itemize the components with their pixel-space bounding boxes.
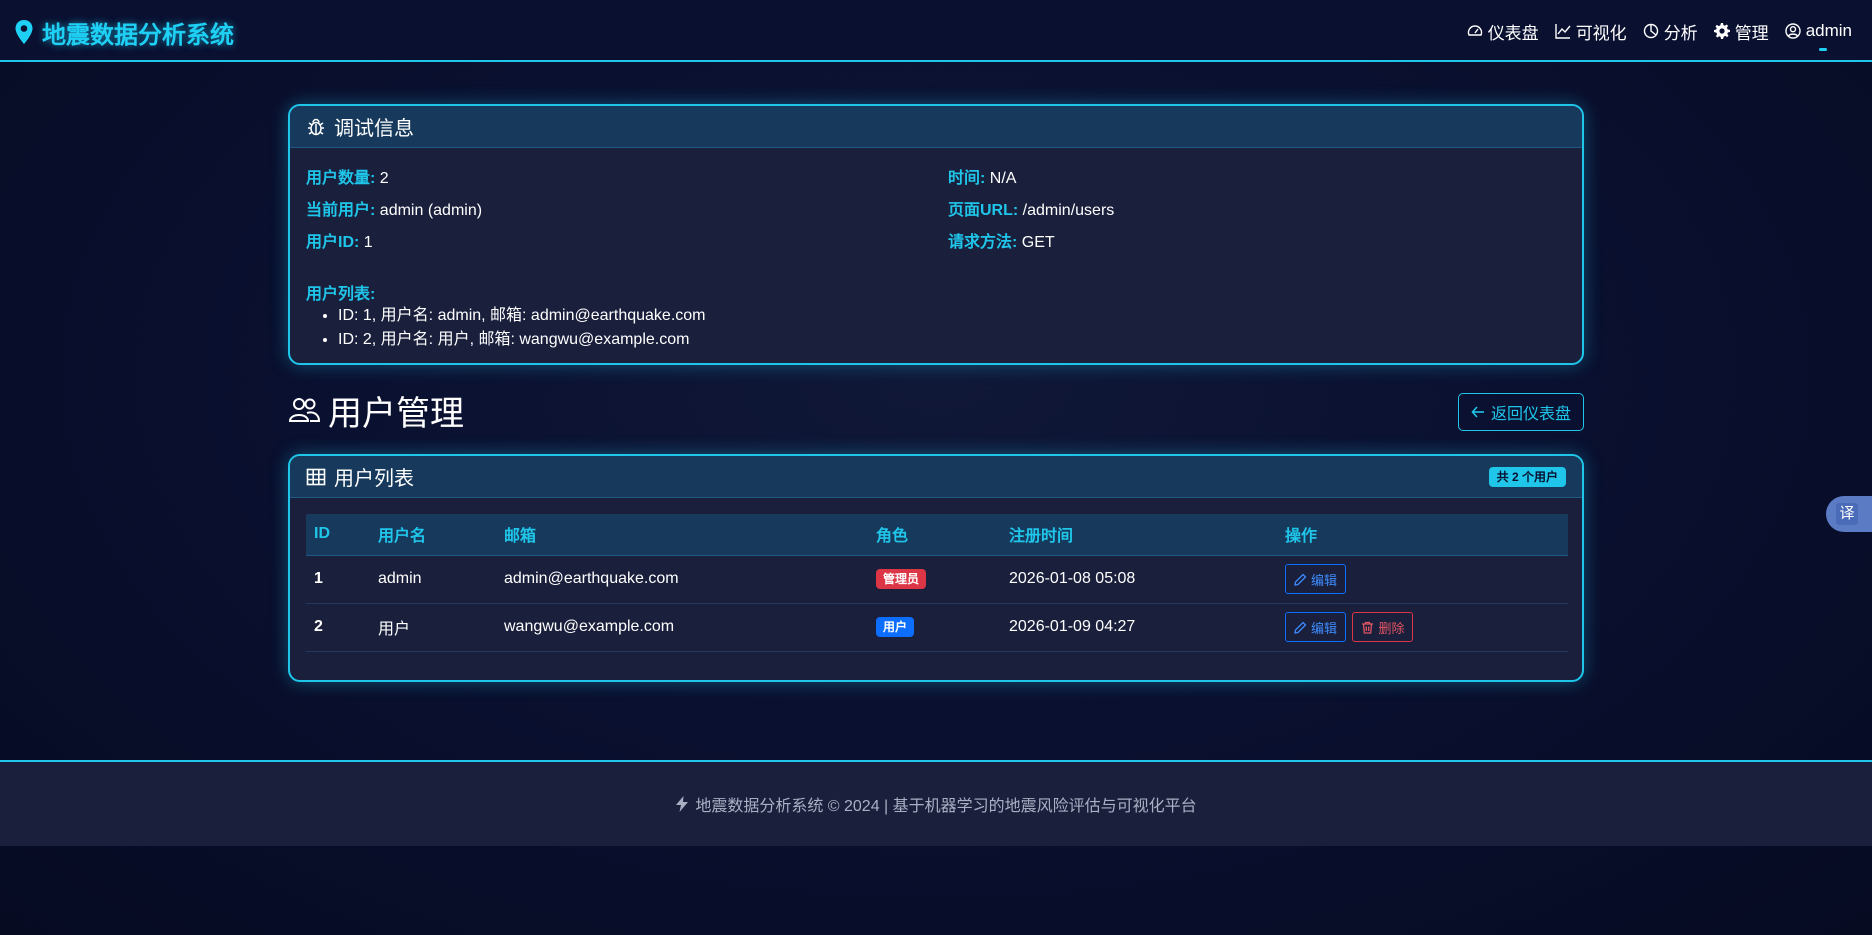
- column-header-id: ID: [306, 514, 370, 556]
- nav-item-visualization-label: 可视化: [1575, 23, 1627, 43]
- delete-user-button[interactable]: 删除: [1352, 612, 1414, 642]
- nav-item-analysis-label: 分析: [1663, 23, 1698, 43]
- cell-email: admin@earthquake.com: [496, 555, 868, 604]
- debug-current-user: 当前用户: admin (admin): [306, 196, 482, 220]
- cell-actions: 编辑: [1277, 555, 1568, 604]
- cell-registered: 2026-01-08 05:08: [1001, 555, 1277, 604]
- debug-user-count-value: 2: [379, 170, 389, 187]
- map-pin-icon: [15, 20, 33, 44]
- debug-card-header: 调试信息: [290, 106, 1582, 148]
- edit-user-button[interactable]: 编辑: [1285, 564, 1347, 594]
- page-title-text: 用户管理: [328, 394, 464, 433]
- nav-item-dashboard[interactable]: 仪表盘: [1467, 19, 1539, 44]
- gear-icon: [1713, 23, 1730, 39]
- translate-label: 译: [1836, 503, 1858, 525]
- column-header-registered: 注册时间: [1001, 514, 1277, 556]
- table-header-row: ID 用户名 邮箱 角色 注册时间 操作: [306, 514, 1568, 556]
- debug-user-id-key: 用户ID:: [306, 234, 360, 251]
- users-card-header: 用户列表 共 2 个用户: [290, 456, 1582, 498]
- table-icon: [306, 468, 326, 485]
- debug-user-id-value: 1: [363, 234, 373, 251]
- nav-item-user-label: admin: [1805, 21, 1852, 40]
- cell-id: 1: [306, 555, 370, 604]
- pencil-icon: [1294, 621, 1307, 634]
- pencil-icon: [1294, 573, 1307, 586]
- user-count-badge: 共 2 个用户: [1488, 467, 1566, 487]
- debug-time-key: 时间:: [948, 170, 986, 187]
- cell-role: 用户: [868, 603, 1001, 652]
- column-header-role: 角色: [868, 514, 1001, 556]
- cell-role: 管理员: [868, 555, 1001, 604]
- users-table: ID 用户名 邮箱 角色 注册时间 操作 1 admin admin@earth…: [306, 514, 1568, 652]
- bug-icon: [308, 118, 324, 135]
- list-item: ID: 2, 用户名: 用户, 邮箱: wangwu@example.com: [338, 328, 706, 352]
- debug-card-title: 调试信息: [334, 118, 414, 140]
- user-circle-icon: [1784, 23, 1801, 39]
- role-badge: 用户: [876, 617, 915, 637]
- debug-user-id: 用户ID: 1: [306, 228, 373, 252]
- cell-username: admin: [370, 555, 496, 604]
- translate-button[interactable]: 译: [1826, 496, 1872, 532]
- footer: 地震数据分析系统 © 2024 | 基于机器学习的地震风险评估与可视化平台: [0, 760, 1872, 846]
- lightning-icon: [676, 796, 689, 812]
- debug-user-count: 用户数量: 2: [306, 164, 389, 188]
- nav-item-admin-label: 管理: [1734, 23, 1769, 43]
- cell-email: wangwu@example.com: [496, 603, 868, 652]
- page-title: 用户管理: [288, 390, 464, 433]
- speedometer-icon: [1467, 25, 1482, 36]
- arrow-left-icon: [1471, 406, 1484, 418]
- cell-actions: 编辑 删除: [1277, 603, 1568, 652]
- brand-title: 地震数据分析系统: [42, 21, 234, 49]
- users-icon: [288, 398, 320, 422]
- edit-user-label: 编辑: [1311, 620, 1338, 636]
- role-badge: 管理员: [876, 569, 927, 589]
- navbar: 地震数据分析系统 仪表盘 可视化 分析 管理 admin: [0, 0, 1872, 62]
- debug-request-method: 请求方法: GET: [948, 228, 1055, 252]
- pie-chart-icon: [1643, 23, 1658, 39]
- debug-time-value: N/A: [989, 170, 1017, 187]
- debug-user-count-key: 用户数量:: [306, 170, 376, 187]
- nav-item-user[interactable]: admin: [1784, 21, 1852, 51]
- cell-registered: 2026-01-09 04:27: [1001, 603, 1277, 652]
- debug-body: 用户数量: 2 当前用户: admin (admin) 用户ID: 1 时间: …: [290, 148, 1582, 348]
- table-row: 1 admin admin@earthquake.com 管理员 2026-01…: [306, 555, 1568, 604]
- table-row: 2 用户 wangwu@example.com 用户 2026-01-09 04…: [306, 603, 1568, 652]
- back-to-dashboard-label: 返回仪表盘: [1490, 406, 1571, 423]
- brand[interactable]: 地震数据分析系统: [14, 16, 234, 49]
- column-header-actions: 操作: [1277, 514, 1568, 556]
- line-chart-icon: [1554, 24, 1571, 39]
- users-card: 用户列表 共 2 个用户 ID 用户名 邮箱 角色 注册时间 操作 1 admi…: [288, 454, 1584, 682]
- cell-username: 用户: [370, 603, 496, 652]
- cell-id: 2: [306, 603, 370, 652]
- debug-page-url-key: 页面URL:: [948, 202, 1019, 219]
- column-header-email: 邮箱: [496, 514, 868, 556]
- nav-item-dashboard-label: 仪表盘: [1487, 23, 1539, 43]
- debug-current-user-value: admin (admin): [379, 202, 483, 219]
- back-to-dashboard-button[interactable]: 返回仪表盘: [1458, 393, 1584, 431]
- delete-user-label: 删除: [1378, 620, 1405, 636]
- debug-page-url: 页面URL: /admin/users: [948, 196, 1114, 220]
- debug-user-list: ID: 1, 用户名: admin, 邮箱: admin@earthquake.…: [338, 304, 706, 352]
- debug-request-method-key: 请求方法:: [948, 234, 1018, 251]
- nav-item-visualization[interactable]: 可视化: [1554, 19, 1627, 44]
- users-card-title: 用户列表: [334, 468, 414, 490]
- debug-list-label: 用户列表:: [306, 286, 376, 303]
- column-header-username: 用户名: [370, 514, 496, 556]
- debug-card: 调试信息 用户数量: 2 当前用户: admin (admin) 用户ID: 1…: [288, 104, 1584, 365]
- nav-item-admin[interactable]: 管理: [1713, 19, 1769, 44]
- debug-request-method-value: GET: [1021, 234, 1055, 251]
- edit-user-label: 编辑: [1311, 572, 1338, 588]
- debug-time: 时间: N/A: [948, 164, 1016, 188]
- footer-text: 地震数据分析系统 © 2024 | 基于机器学习的地震风险评估与可视化平台: [695, 798, 1197, 815]
- trash-icon: [1362, 621, 1374, 634]
- debug-page-url-value: /admin/users: [1022, 202, 1115, 219]
- edit-user-button[interactable]: 编辑: [1285, 612, 1347, 642]
- nav-menu: 仪表盘 可视化 分析 管理 admin: [1467, 18, 1852, 51]
- list-item: ID: 1, 用户名: admin, 邮箱: admin@earthquake.…: [338, 304, 706, 328]
- nav-item-analysis[interactable]: 分析: [1643, 19, 1698, 44]
- debug-current-user-key: 当前用户:: [306, 202, 376, 219]
